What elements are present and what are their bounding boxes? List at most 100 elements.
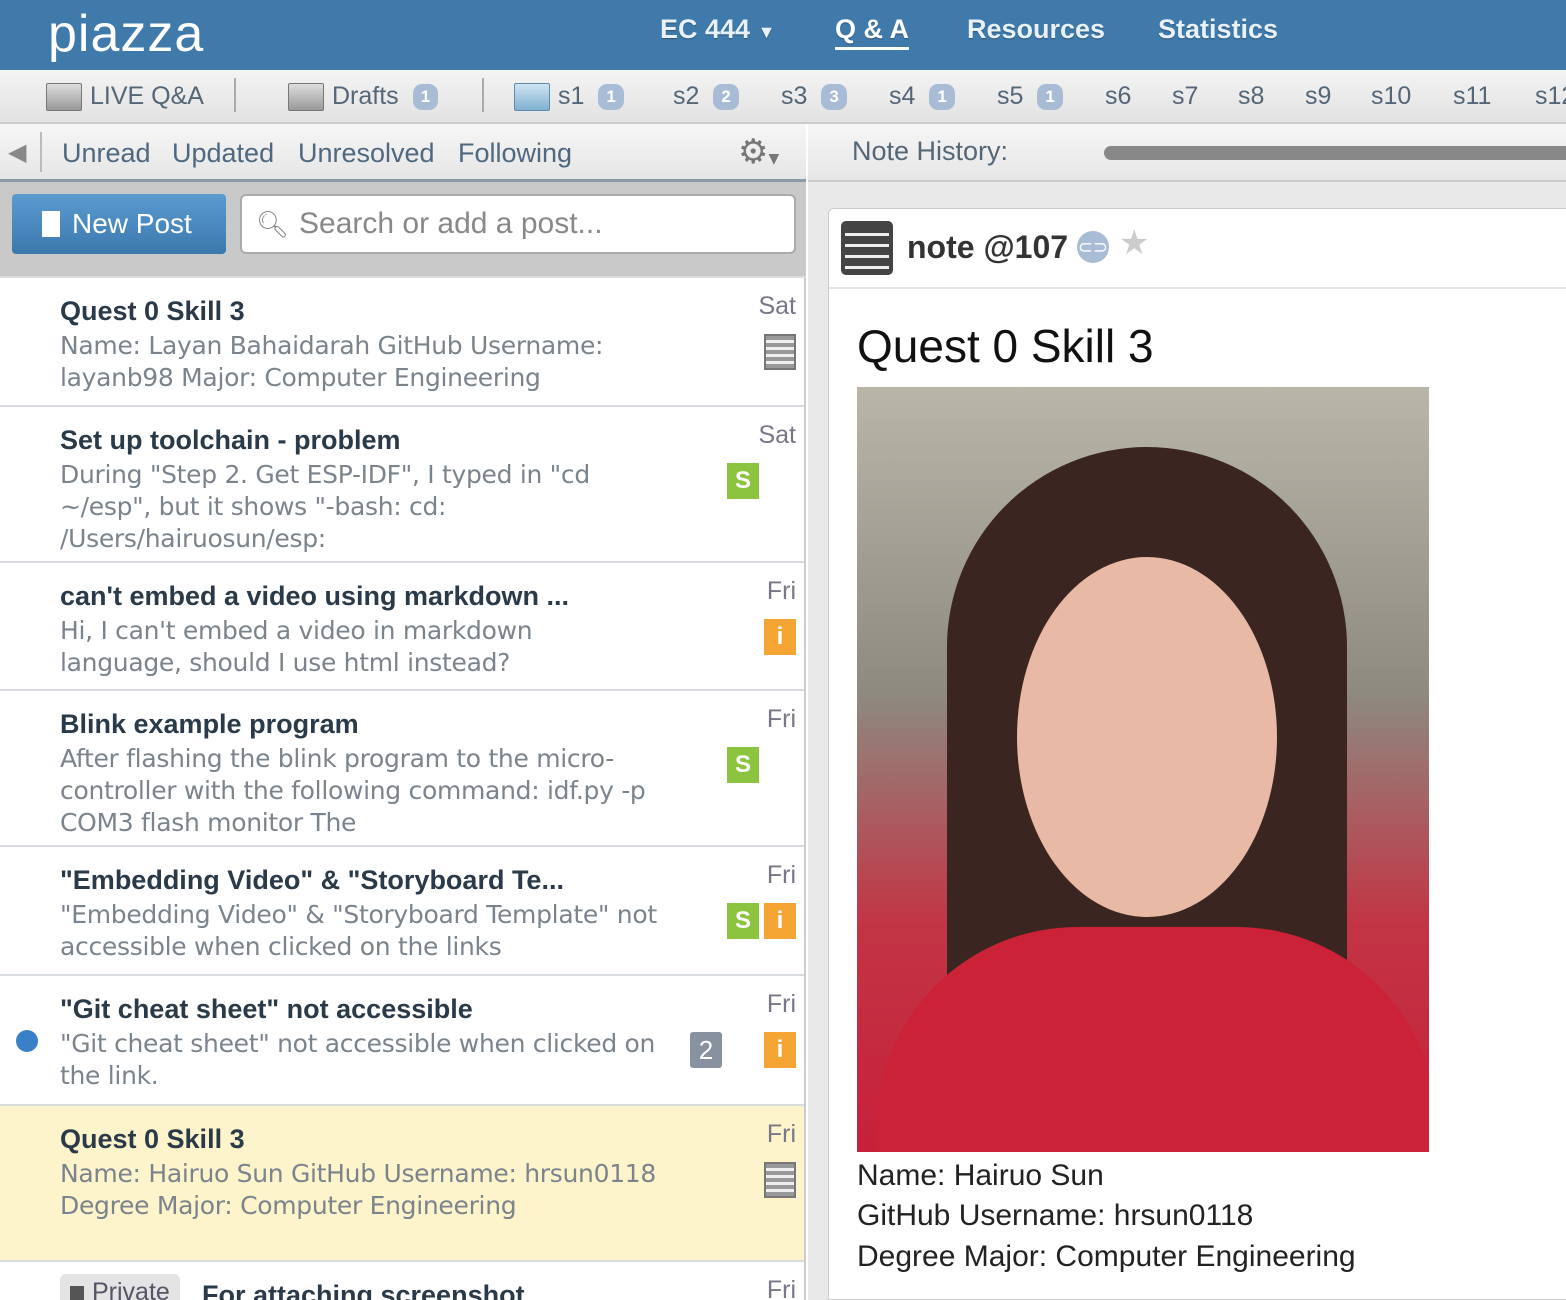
folder-s6[interactable]: s6 bbox=[1105, 82, 1131, 111]
filter-updated[interactable]: Updated bbox=[172, 138, 274, 169]
note-icon bbox=[764, 334, 796, 370]
i-tag-icon: i bbox=[764, 903, 796, 939]
post-snippet: "Git cheat sheet" not accessible when cl… bbox=[60, 1029, 656, 1090]
star-icon[interactable]: ★ bbox=[1119, 223, 1149, 263]
folder-icon bbox=[514, 82, 550, 111]
post-title: Blink example program bbox=[60, 709, 359, 739]
post-title: "Git cheat sheet" not accessible bbox=[60, 994, 473, 1024]
post-title: For attaching screenshot bbox=[202, 1280, 525, 1300]
reply-count-badge: 2 bbox=[690, 1032, 722, 1068]
post-line-github: GitHub Username: hrsun0118 bbox=[857, 1199, 1254, 1232]
folder-label: s12 bbox=[1535, 82, 1566, 110]
post-list-item[interactable]: "Git cheat sheet" not accessible "Git che… bbox=[0, 976, 804, 1106]
post-list-item[interactable]: Blink example program After flashing the … bbox=[0, 691, 804, 847]
post-date: Sat bbox=[758, 421, 796, 449]
post-date: Fri bbox=[766, 1120, 796, 1148]
piazza-logo[interactable]: piazza bbox=[48, 4, 204, 64]
nav-resources[interactable]: Resources bbox=[967, 14, 1105, 45]
note-history-label: Note History: bbox=[852, 136, 1009, 166]
post-snippet: After flashing the blink program to the … bbox=[60, 744, 646, 837]
folder-count-badge: 2 bbox=[713, 83, 739, 110]
filter-unresolved[interactable]: Unresolved bbox=[298, 138, 435, 169]
folder-s7[interactable]: s7 bbox=[1172, 82, 1198, 111]
post-list-item[interactable]: "Embedding Video" & "Storyboard Te... "Em… bbox=[0, 847, 804, 976]
folder-live-q-a[interactable]: LIVE Q&A bbox=[46, 82, 204, 111]
filter-following[interactable]: Following bbox=[458, 138, 572, 169]
folder-divider bbox=[482, 78, 484, 112]
nav-qa[interactable]: Q & A bbox=[835, 14, 909, 50]
s-tag-icon: S bbox=[727, 747, 759, 783]
folder-label: s3 bbox=[781, 82, 808, 110]
private-label: Private bbox=[92, 1278, 170, 1300]
search-input[interactable]: 🔍︎ Search or add a post... bbox=[240, 194, 796, 254]
folder-s12[interactable]: s12 bbox=[1535, 82, 1566, 111]
post-title: Quest 0 Skill 3 bbox=[857, 320, 1154, 372]
nav-statistics[interactable]: Statistics bbox=[1158, 14, 1278, 45]
post-snippet: "Embedding Video" & "Storyboard Template… bbox=[60, 900, 657, 961]
folder-count-badge: 1 bbox=[929, 83, 955, 110]
folder-count-badge: 1 bbox=[1037, 83, 1063, 110]
post-snippet: Name: Layan Bahaidarah GitHub Username: … bbox=[60, 331, 604, 392]
post-date: Fri bbox=[766, 1276, 796, 1300]
lock-icon bbox=[70, 1286, 84, 1300]
folder-label: s2 bbox=[673, 82, 700, 110]
folder-label: s6 bbox=[1105, 82, 1132, 110]
post-date: Fri bbox=[766, 990, 796, 1018]
folder-s3[interactable]: s3 3 bbox=[781, 82, 847, 111]
post-title: Quest 0 Skill 3 bbox=[60, 1124, 245, 1154]
course-dropdown[interactable]: EC 444 ▼ bbox=[660, 14, 775, 45]
folder-s11[interactable]: s11 bbox=[1453, 82, 1491, 111]
s-tag-icon: S bbox=[727, 903, 759, 939]
folder-s1[interactable]: s1 1 bbox=[514, 82, 624, 111]
post-view: note @107 ⊂⊃ ★ Quest 0 Skill 3 Name: Hai… bbox=[808, 182, 1566, 1300]
post-list-item[interactable]: can't embed a video using markdown ... Hi… bbox=[0, 563, 804, 691]
note-number: note @107 bbox=[907, 229, 1069, 265]
post-date: Fri bbox=[766, 705, 796, 733]
folder-label: s10 bbox=[1371, 82, 1412, 110]
divider bbox=[40, 132, 42, 172]
folder-label: LIVE Q&A bbox=[90, 82, 204, 110]
folder-label: s11 bbox=[1453, 82, 1492, 110]
post-list[interactable]: Quest 0 Skill 3 Name: Layan Bahaidarah Gi… bbox=[0, 278, 806, 1300]
folder-s9[interactable]: s9 bbox=[1305, 82, 1331, 111]
gear-icon[interactable]: ⚙▼ bbox=[738, 132, 779, 172]
folder-s8[interactable]: s8 bbox=[1238, 82, 1264, 111]
note-history-slider[interactable] bbox=[1104, 146, 1566, 160]
folder-label: s7 bbox=[1172, 82, 1199, 110]
folder-icon bbox=[46, 82, 82, 111]
folder-drafts[interactable]: Drafts 1 bbox=[288, 82, 439, 111]
collapse-arrow-icon[interactable]: ◀ bbox=[8, 138, 26, 166]
folder-count-badge: 1 bbox=[598, 83, 624, 110]
filter-bar: ◀ Unread Updated Unresolved Following ⚙▼ bbox=[0, 124, 806, 182]
folder-bar: LIVE Q&A Drafts 1 s1 1 s2 2 s3 3 s4 1 s5 1 s6 s7 s8 s9 s1… bbox=[0, 70, 1566, 124]
caret-down-icon: ▼ bbox=[757, 22, 776, 42]
folder-s4[interactable]: s4 1 bbox=[889, 82, 955, 111]
folder-label: s9 bbox=[1305, 82, 1332, 110]
top-header: piazza EC 444 ▼ Q & A Resources Statisti… bbox=[0, 0, 1566, 70]
post-title: "Embedding Video" & "Storyboard Te... bbox=[60, 865, 564, 895]
post-snippet: Hi, I can't embed a video in markdown la… bbox=[60, 616, 533, 677]
link-icon[interactable]: ⊂⊃ bbox=[1077, 231, 1109, 263]
note-icon bbox=[764, 1162, 796, 1198]
post-line-major: Degree Major: Computer Engineering bbox=[857, 1240, 1356, 1273]
folder-s2[interactable]: s2 2 bbox=[673, 82, 739, 111]
s-tag-icon: S bbox=[727, 463, 759, 499]
folder-label: s1 bbox=[558, 82, 585, 110]
new-post-button[interactable]: New Post bbox=[12, 194, 226, 254]
filter-unread[interactable]: Unread bbox=[62, 138, 151, 169]
post-snippet: Name: Hairuo Sun GitHub Username: hrsun0… bbox=[60, 1159, 657, 1220]
private-badge: Private bbox=[60, 1274, 180, 1300]
post-title: Quest 0 Skill 3 bbox=[60, 296, 245, 326]
folder-label: s5 bbox=[997, 82, 1024, 110]
post-list-item[interactable]: Quest 0 Skill 3 Name: Hairuo Sun GitHub U… bbox=[0, 1106, 804, 1262]
folder-s10[interactable]: s10 bbox=[1371, 82, 1411, 111]
search-area: New Post 🔍︎ Search or add a post... bbox=[0, 182, 806, 278]
post-snippet: During "Step 2. Get ESP-IDF", I typed in… bbox=[60, 460, 590, 553]
folder-s5[interactable]: s5 1 bbox=[997, 82, 1063, 111]
folder-count-badge: 3 bbox=[821, 83, 847, 110]
post-list-item[interactable]: Private For attaching screenshot Fri bbox=[0, 1262, 804, 1300]
post-list-item[interactable]: Set up toolchain - problem During "Step 2… bbox=[0, 407, 804, 563]
course-label: EC 444 bbox=[660, 14, 751, 44]
post-image[interactable] bbox=[857, 387, 1429, 1152]
post-list-item[interactable]: Quest 0 Skill 3 Name: Layan Bahaidarah Gi… bbox=[0, 278, 804, 407]
